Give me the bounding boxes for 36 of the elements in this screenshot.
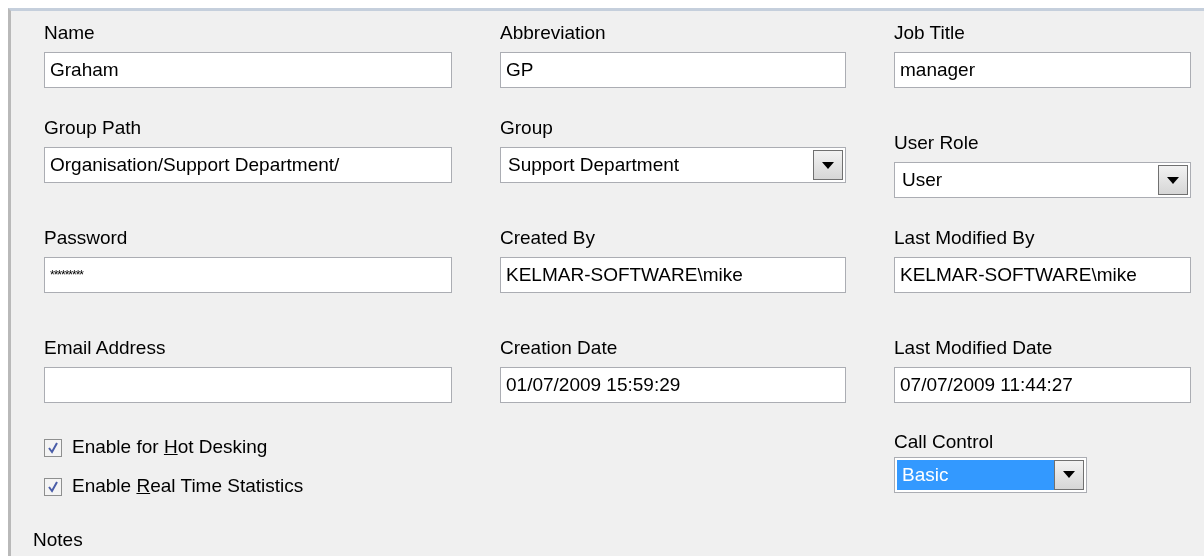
checkbox-label: Enable for Hot Desking	[72, 435, 268, 460]
dropdown-button[interactable]	[1158, 165, 1188, 195]
field-label: Group Path	[44, 117, 142, 139]
dropdown-button[interactable]	[1054, 459, 1084, 490]
notes-label: Notes	[33, 529, 83, 551]
input-field[interactable]: KELMAR-SOFTWARE\mike	[894, 257, 1191, 293]
field-label: Group	[500, 117, 553, 139]
field-label: User Role	[894, 132, 979, 154]
field-label: Email Address	[44, 337, 166, 359]
field-label: Last Modified Date	[894, 337, 1053, 359]
checkbox-label: Enable Real Time Statistics	[72, 474, 304, 499]
checkbox[interactable]	[44, 477, 62, 496]
dropdown-field[interactable]: User	[894, 162, 1191, 198]
input-field[interactable]: Graham	[44, 52, 452, 88]
field-label: Abbreviation	[500, 22, 606, 44]
checkbox[interactable]	[44, 438, 62, 457]
input-field[interactable]: KELMAR-SOFTWARE\mike	[500, 257, 846, 293]
field-label: Password	[44, 227, 128, 249]
input-field[interactable]: manager	[894, 52, 1191, 88]
field-label: Call Control	[894, 431, 994, 453]
input-field[interactable]: GP	[500, 52, 846, 88]
input-field[interactable]: Organisation/Support Department/	[44, 147, 452, 183]
input-field[interactable]: 01/07/2009 15:59:29	[500, 367, 846, 403]
input-field[interactable]: 07/07/2009 11:44:27	[894, 367, 1191, 403]
caret-icon	[1167, 176, 1179, 184]
input-field[interactable]	[44, 367, 452, 403]
password-field[interactable]: *********	[44, 257, 452, 293]
dropdown-button[interactable]	[813, 150, 843, 180]
field-label: Name	[44, 22, 95, 44]
field-label: Job Title	[894, 22, 965, 44]
caret-icon	[822, 161, 834, 169]
field-label: Created By	[500, 227, 596, 249]
field-label: Creation Date	[500, 337, 618, 359]
field-label: Last Modified By	[894, 227, 1035, 249]
dropdown-field[interactable]: Support Department	[500, 147, 846, 183]
caret-icon	[1063, 471, 1075, 478]
